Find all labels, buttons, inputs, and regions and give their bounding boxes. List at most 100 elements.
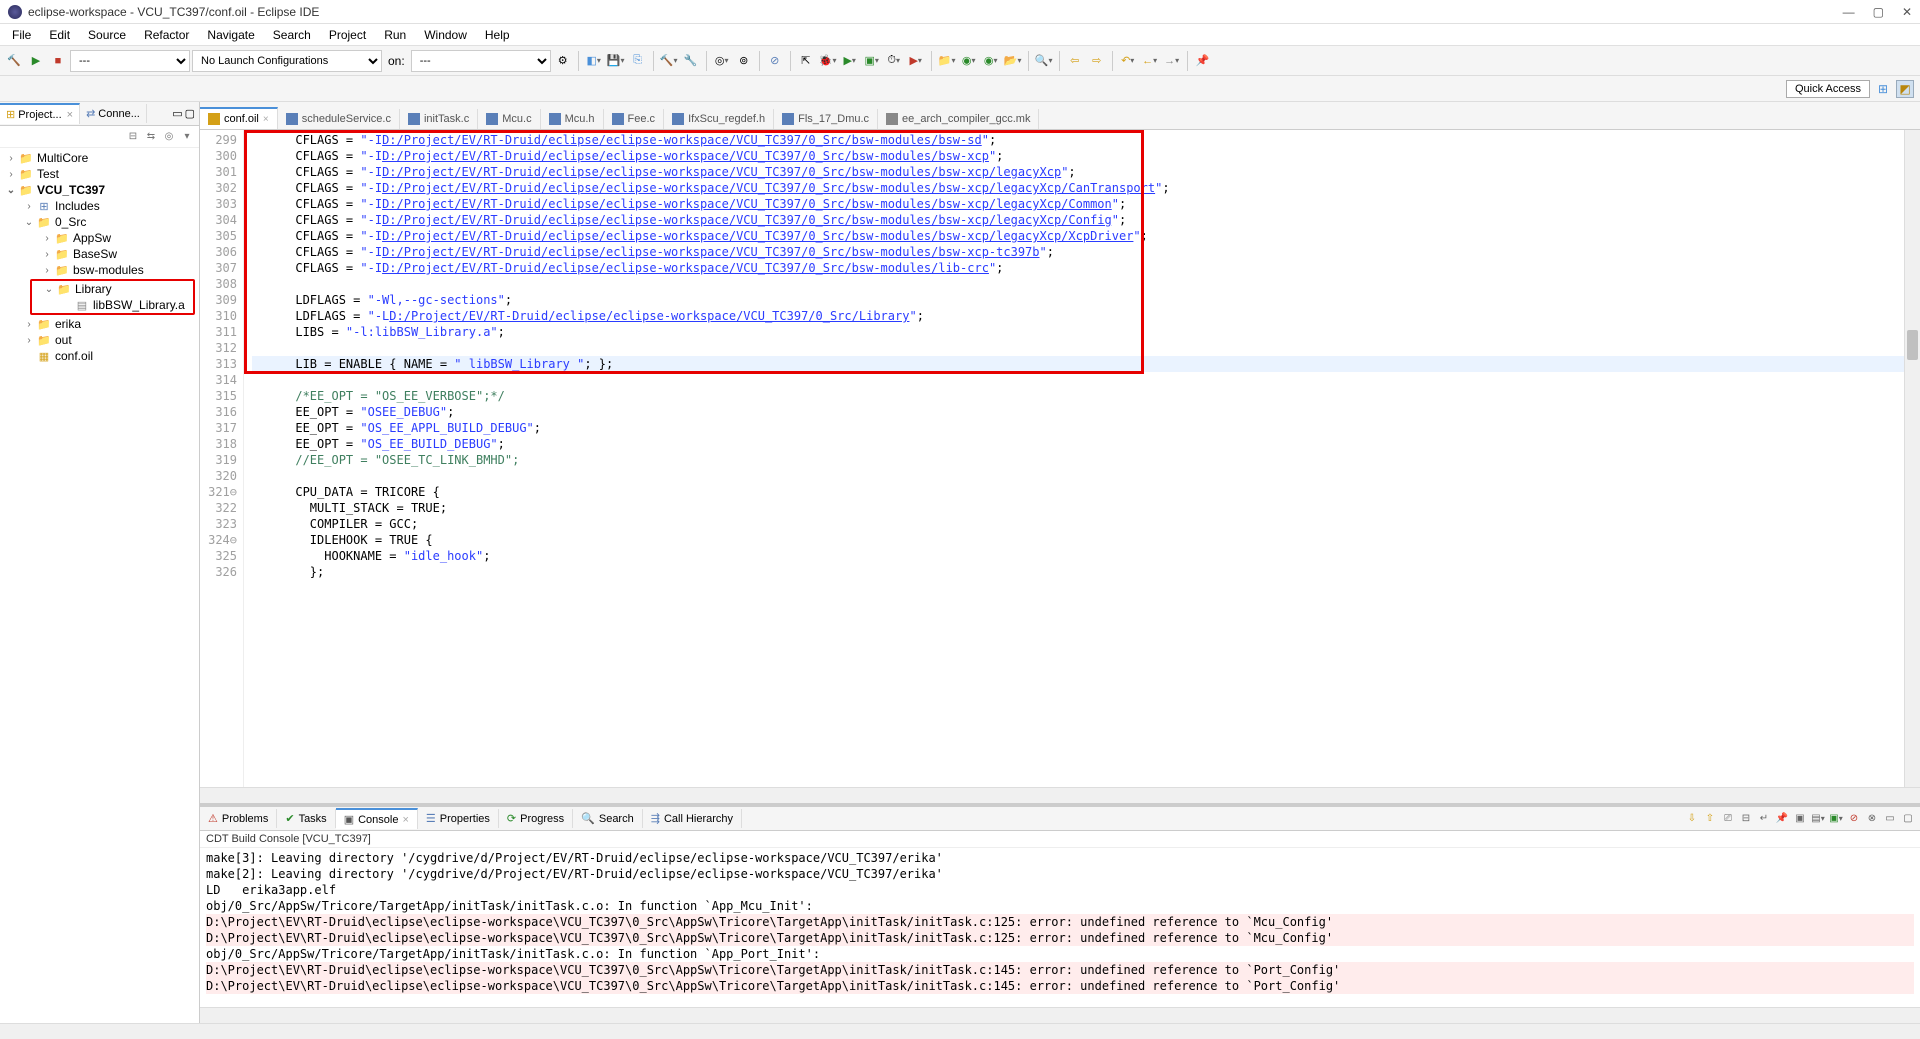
perspective-open-icon[interactable]: ⊞ xyxy=(1874,80,1892,98)
menu-refactor[interactable]: Refactor xyxy=(136,26,197,44)
debug-target-icon[interactable]: ◎ xyxy=(712,51,732,71)
new-console-icon[interactable]: ▣ xyxy=(1828,811,1844,827)
editor-area[interactable]: 2993003013023033043053063073083093103113… xyxy=(200,130,1920,787)
profile-icon[interactable]: ⏱ xyxy=(884,51,904,71)
launch-target-combo[interactable]: --- xyxy=(411,50,551,72)
tree-project-vcu[interactable]: ⌄📁VCU_TC397 xyxy=(0,182,199,198)
minimize-view-icon[interactable]: ▭ xyxy=(1882,811,1898,827)
tree-includes[interactable]: ›⊞Includes xyxy=(0,198,199,214)
tree-erika[interactable]: ›📁erika xyxy=(0,316,199,332)
back-icon[interactable]: ← xyxy=(1140,51,1160,71)
editor-tab[interactable]: Mcu.h xyxy=(541,109,604,129)
menu-edit[interactable]: Edit xyxy=(41,26,78,44)
tab-connections[interactable]: ⇄ Conne... xyxy=(80,104,147,123)
debug-icon[interactable]: 🐞 xyxy=(818,51,838,71)
run-green-icon[interactable]: ▶ xyxy=(840,51,860,71)
tree-bswmodules[interactable]: ›📁bsw-modules xyxy=(0,262,199,278)
new-source-icon[interactable]: ◉ xyxy=(981,51,1001,71)
minimize-button[interactable]: — xyxy=(1843,5,1855,19)
link-editor-icon[interactable]: ⇆ xyxy=(143,129,159,145)
launch-config-combo[interactable]: No Launch Configurations xyxy=(192,50,382,72)
focus-icon[interactable]: ◎ xyxy=(161,129,177,145)
tab-progress[interactable]: ⟳Progress xyxy=(499,809,573,828)
tree-libfile[interactable]: ▤libBSW_Library.a xyxy=(32,297,193,313)
menu-run[interactable]: Run xyxy=(376,26,414,44)
tree-src[interactable]: ⌄📁0_Src xyxy=(0,214,199,230)
editor-tab[interactable]: Fls_17_Dmu.c xyxy=(774,109,878,129)
menu-project[interactable]: Project xyxy=(321,26,374,44)
editor-tab[interactable]: IfxScu_regdef.h xyxy=(664,109,774,129)
build-all-icon[interactable]: 📁 xyxy=(937,51,957,71)
minimize-view-icon[interactable]: ▭ xyxy=(172,107,182,120)
tree-project-test[interactable]: ›📁Test xyxy=(0,166,199,182)
quick-access-input[interactable]: Quick Access xyxy=(1786,80,1870,98)
wrench-icon[interactable]: 🔧 xyxy=(681,51,701,71)
editor-tab-confoil[interactable]: conf.oil× xyxy=(200,107,278,129)
scroll-up-icon[interactable]: ⇧ xyxy=(1702,811,1718,827)
close-icon[interactable]: × xyxy=(263,114,269,125)
tab-problems[interactable]: ⚠Problems xyxy=(200,809,277,828)
console-horizontal-scrollbar[interactable] xyxy=(200,1007,1920,1023)
tree-confoil[interactable]: ▦conf.oil xyxy=(0,348,199,364)
target-icon[interactable]: ⊚ xyxy=(734,51,754,71)
collapse-all-icon[interactable]: ⊟ xyxy=(125,129,141,145)
search-icon[interactable]: 🔍 xyxy=(1034,51,1054,71)
tree-appsw[interactable]: ›📁AppSw xyxy=(0,230,199,246)
save-icon[interactable]: 💾 xyxy=(606,51,626,71)
clear-console-icon[interactable]: ⎚ xyxy=(1720,811,1736,827)
scroll-lock-icon[interactable]: ⊟ xyxy=(1738,811,1754,827)
project-tree[interactable]: ›📁MultiCore ›📁Test ⌄📁VCU_TC397 ›⊞Include… xyxy=(0,148,199,1023)
menu-file[interactable]: File xyxy=(4,26,39,44)
coverage-icon[interactable]: ▣ xyxy=(862,51,882,71)
editor-tab[interactable]: scheduleService.c xyxy=(278,109,400,129)
save-all-icon[interactable]: ⎘ xyxy=(628,51,648,71)
menu-navigate[interactable]: Navigate xyxy=(199,26,262,44)
launch-mode-combo[interactable]: --- xyxy=(70,50,190,72)
gear-icon[interactable]: ⚙ xyxy=(553,51,573,71)
tab-project-explorer[interactable]: ⊞ Project... × xyxy=(0,103,80,124)
menu-help[interactable]: Help xyxy=(477,26,518,44)
menu-search[interactable]: Search xyxy=(265,26,319,44)
open-console-icon[interactable]: ▤ xyxy=(1810,811,1826,827)
hammer-build-icon[interactable]: 🔨 xyxy=(4,51,24,71)
console-output[interactable]: make[3]: Leaving directory '/cygdrive/d/… xyxy=(200,848,1920,1007)
run-icon[interactable]: ▶ xyxy=(26,51,46,71)
maximize-view-icon[interactable]: ▢ xyxy=(185,107,195,120)
tab-console[interactable]: ▣Console× xyxy=(336,808,418,829)
tree-basesw[interactable]: ›📁BaseSw xyxy=(0,246,199,262)
maximize-view-icon[interactable]: ▢ xyxy=(1900,811,1916,827)
code-editor[interactable]: CFLAGS = "-ID:/Project/EV/RT-Druid/eclip… xyxy=(244,130,1904,787)
tree-project-multicore[interactable]: ›📁MultiCore xyxy=(0,150,199,166)
word-wrap-icon[interactable]: ↵ xyxy=(1756,811,1772,827)
view-menu-icon[interactable]: ▾ xyxy=(179,129,195,145)
stop-icon[interactable]: ■ xyxy=(48,51,68,71)
pin-console-icon[interactable]: 📌 xyxy=(1774,811,1790,827)
menu-source[interactable]: Source xyxy=(80,26,134,44)
tab-properties[interactable]: ☰Properties xyxy=(418,809,499,828)
new-class-icon[interactable]: ◉ xyxy=(959,51,979,71)
scroll-down-icon[interactable]: ⇩ xyxy=(1684,811,1700,827)
display-console-icon[interactable]: ▣ xyxy=(1792,811,1808,827)
build-icon[interactable]: 🔨 xyxy=(659,51,679,71)
tree-out[interactable]: ›📁out xyxy=(0,332,199,348)
tab-callhierarchy[interactable]: ⇶Call Hierarchy xyxy=(643,809,742,828)
close-icon[interactable]: × xyxy=(67,109,73,121)
maximize-button[interactable]: ▢ xyxy=(1873,5,1884,19)
remove-terminated-icon[interactable]: ⊘ xyxy=(1846,811,1862,827)
annotation-next-icon[interactable]: ⇨ xyxy=(1087,51,1107,71)
editor-tab[interactable]: ee_arch_compiler_gcc.mk xyxy=(878,109,1039,129)
tab-search[interactable]: 🔍Search xyxy=(573,809,643,828)
new-folder-icon[interactable]: 📂 xyxy=(1003,51,1023,71)
editor-vertical-scrollbar[interactable] xyxy=(1904,130,1920,787)
remove-all-icon[interactable]: ⊗ xyxy=(1864,811,1880,827)
menu-window[interactable]: Window xyxy=(416,26,475,44)
perspective-cdt-icon[interactable]: ◩ xyxy=(1896,80,1914,98)
editor-tab[interactable]: Fee.c xyxy=(604,109,665,129)
tree-library[interactable]: ⌄📁Library xyxy=(32,281,193,297)
pin-icon[interactable]: 📌 xyxy=(1193,51,1213,71)
wand-icon[interactable]: ⇱ xyxy=(796,51,816,71)
editor-tab[interactable]: Mcu.c xyxy=(478,109,540,129)
new-icon[interactable]: ◧ xyxy=(584,51,604,71)
external-tools-icon[interactable]: ▶ xyxy=(906,51,926,71)
close-button[interactable]: ✕ xyxy=(1902,5,1912,19)
